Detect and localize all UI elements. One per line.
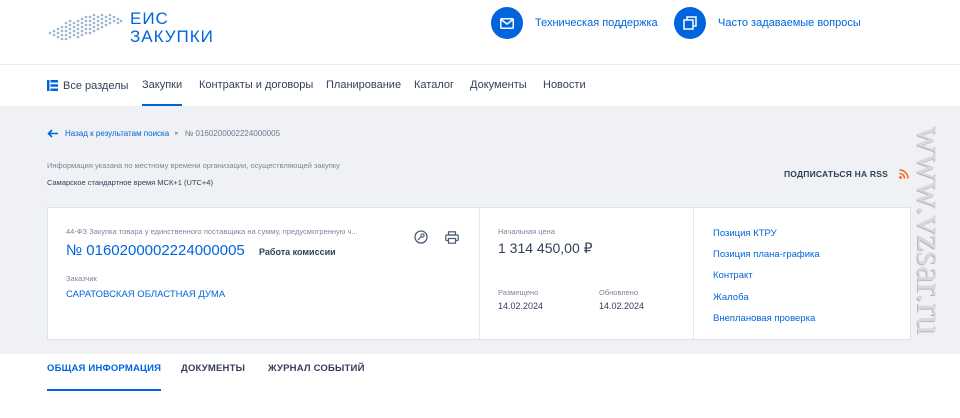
nav-item-news[interactable]: Новости <box>543 65 586 106</box>
price-label: Начальная цена <box>498 227 555 236</box>
tab-event-log[interactable]: ЖУРНАЛ СОБЫТИЙ <box>268 363 365 393</box>
nav-item-contracts[interactable]: Контракты и договоры <box>199 65 313 106</box>
watermark-text: www.vzsar.ru <box>909 125 951 335</box>
site-watermark: www.vzsar.ru <box>900 50 960 410</box>
updated-label: Обновлено <box>599 288 639 297</box>
updated-date: 14.02.2024 <box>599 301 645 311</box>
complaint-link[interactable]: Жалоба <box>713 292 749 303</box>
column-divider <box>693 208 694 339</box>
nav-all-sections-label: Все разделы <box>63 79 129 92</box>
support-link[interactable]: Техническая поддержка <box>491 7 658 39</box>
site-header: ЕИС ЗАКУПКИ Техническая поддержка Часто … <box>0 0 960 64</box>
column-divider <box>479 208 480 339</box>
breadcrumb-current: № 0160200002224000005 <box>184 128 281 138</box>
registry-number[interactable]: № 0160200002224000005 <box>66 242 245 259</box>
print-icon[interactable] <box>443 228 461 246</box>
stage-badge: Работа комиссии <box>259 247 336 257</box>
faq-link-label: Часто задаваемые вопросы <box>718 17 861 29</box>
unscheduled-inspection-link[interactable]: Внеплановая проверка <box>713 313 815 324</box>
sections-icon <box>47 80 58 91</box>
timezone-value: Самарское стандартное время МСК+1 (UTC+4… <box>47 178 213 187</box>
arrow-left-icon[interactable] <box>47 128 59 138</box>
rss-label: ПОДПИСАТЬСЯ НА RSS <box>784 169 888 179</box>
logo-line-2: ЗАКУПКИ <box>130 27 214 46</box>
nav-item-catalog[interactable]: Каталог <box>414 65 454 106</box>
tab-documents[interactable]: ДОКУМЕНТЫ <box>181 363 245 393</box>
nav-item-planning[interactable]: Планирование <box>326 65 401 106</box>
copy-icon <box>674 7 706 39</box>
nav-item-documents[interactable]: Документы <box>470 65 527 106</box>
customer-link[interactable]: САРАТОВСКАЯ ОБЛАСТНАЯ ДУМА <box>66 289 225 300</box>
nav-item-purchases[interactable]: Закупки <box>142 65 183 106</box>
timezone-note: Информация указана по местному времени о… <box>47 161 340 170</box>
plan-schedule-position-link[interactable]: Позиция плана-графика <box>713 249 820 260</box>
purchase-law-text: 44-ФЗ Закупка товара у единственного пос… <box>66 227 358 236</box>
purchase-card: 44-ФЗ Закупка товара у единственного пос… <box>47 207 911 340</box>
logo-line-1: ЕИС <box>130 9 169 28</box>
key-icon[interactable] <box>412 228 430 246</box>
nav-all-sections[interactable]: Все разделы <box>47 65 128 106</box>
rss-subscribe-button[interactable]: ПОДПИСАТЬСЯ НА RSS <box>784 169 909 179</box>
price-value: 1 314 450,00 ₽ <box>498 240 593 256</box>
breadcrumb: Назад к результатам поиска ▸ № 016020000… <box>47 126 280 140</box>
support-link-label: Техническая поддержка <box>535 17 658 29</box>
chevron-right-icon: ▸ <box>175 130 179 137</box>
eis-logo[interactable]: ЕИС ЗАКУПКИ <box>46 6 216 50</box>
contract-link[interactable]: Контракт <box>713 270 753 281</box>
main-nav: Все разделы Закупки Контракты и договоры… <box>0 64 960 106</box>
tab-general-info[interactable]: ОБЩАЯ ИНФОРМАЦИЯ <box>47 363 162 393</box>
back-to-results-link[interactable]: Назад к результатам поиска <box>65 129 169 138</box>
faq-link[interactable]: Часто задаваемые вопросы <box>674 7 861 39</box>
posted-date: 14.02.2024 <box>498 301 544 311</box>
mail-icon <box>491 7 523 39</box>
customer-label: Заказчик <box>66 274 97 283</box>
ktru-position-link[interactable]: Позиция КТРУ <box>713 228 777 239</box>
posted-label: Размещено <box>498 288 539 297</box>
russia-map-logo-icon <box>48 13 123 41</box>
logo-text: ЕИС ЗАКУПКИ <box>130 10 214 46</box>
